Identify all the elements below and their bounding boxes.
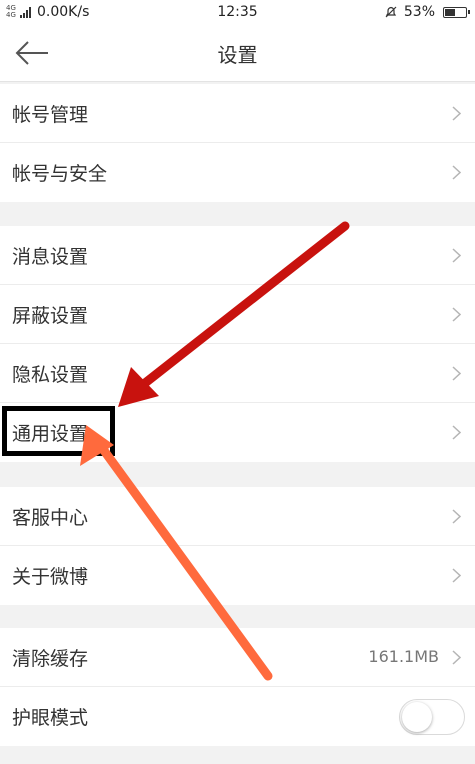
settings-item-account-management[interactable]: 帐号管理: [0, 84, 475, 143]
chevron-right-icon: [452, 165, 461, 180]
settings-item-about-weibo[interactable]: 关于微博: [0, 546, 475, 605]
settings-group-storage: 清除缓存 161.1MB 护眼模式: [0, 628, 475, 746]
settings-item-account-security[interactable]: 帐号与安全: [0, 143, 475, 202]
eye-protection-toggle[interactable]: [399, 699, 465, 735]
highlight-box: [2, 406, 115, 456]
chevron-right-icon: [452, 307, 461, 322]
settings-item-customer-service[interactable]: 客服中心: [0, 487, 475, 546]
cache-size-value: 161.1MB: [368, 647, 439, 666]
chevron-right-icon: [452, 509, 461, 524]
settings-item-label: 帐号管理: [12, 104, 89, 126]
settings-item-block-settings[interactable]: 屏蔽设置: [0, 285, 475, 344]
page-title: 设置: [217, 43, 258, 67]
battery-percent: 53%: [403, 4, 435, 20]
chevron-right-icon: [452, 106, 461, 121]
status-right: 53%: [384, 4, 470, 20]
settings-item-privacy-settings[interactable]: 隐私设置: [0, 344, 475, 403]
chevron-right-icon: [452, 248, 461, 263]
chevron-right-icon: [452, 568, 461, 583]
status-bar: 4G 4G 0.00K/s 12:35 53%: [0, 0, 475, 26]
settings-item-message-settings[interactable]: 消息设置: [0, 226, 475, 285]
settings-item-label: 帐号与安全: [12, 163, 108, 185]
settings-item-label: 关于微博: [12, 566, 89, 588]
settings-item-label: 客服中心: [12, 507, 89, 529]
settings-item-label: 护眼模式: [12, 707, 89, 729]
nav-bar: 设置: [0, 26, 475, 82]
settings-group-account: 帐号管理 帐号与安全: [0, 84, 475, 202]
settings-item-label: 消息设置: [12, 246, 89, 268]
bell-muted-icon: [385, 6, 397, 18]
chevron-right-icon: [452, 650, 461, 665]
settings-group-support: 客服中心 关于微博: [0, 487, 475, 605]
settings-item-label: 屏蔽设置: [12, 305, 89, 327]
chevron-right-icon: [452, 425, 461, 440]
chevron-right-icon: [452, 366, 461, 381]
settings-item-clear-cache[interactable]: 清除缓存 161.1MB: [0, 628, 475, 687]
settings-item-eye-protection: 护眼模式: [0, 687, 475, 746]
battery-icon: [443, 6, 470, 18]
settings-item-label: 清除缓存: [12, 648, 89, 670]
toggle-knob: [402, 702, 432, 732]
settings-item-label: 隐私设置: [12, 364, 89, 386]
